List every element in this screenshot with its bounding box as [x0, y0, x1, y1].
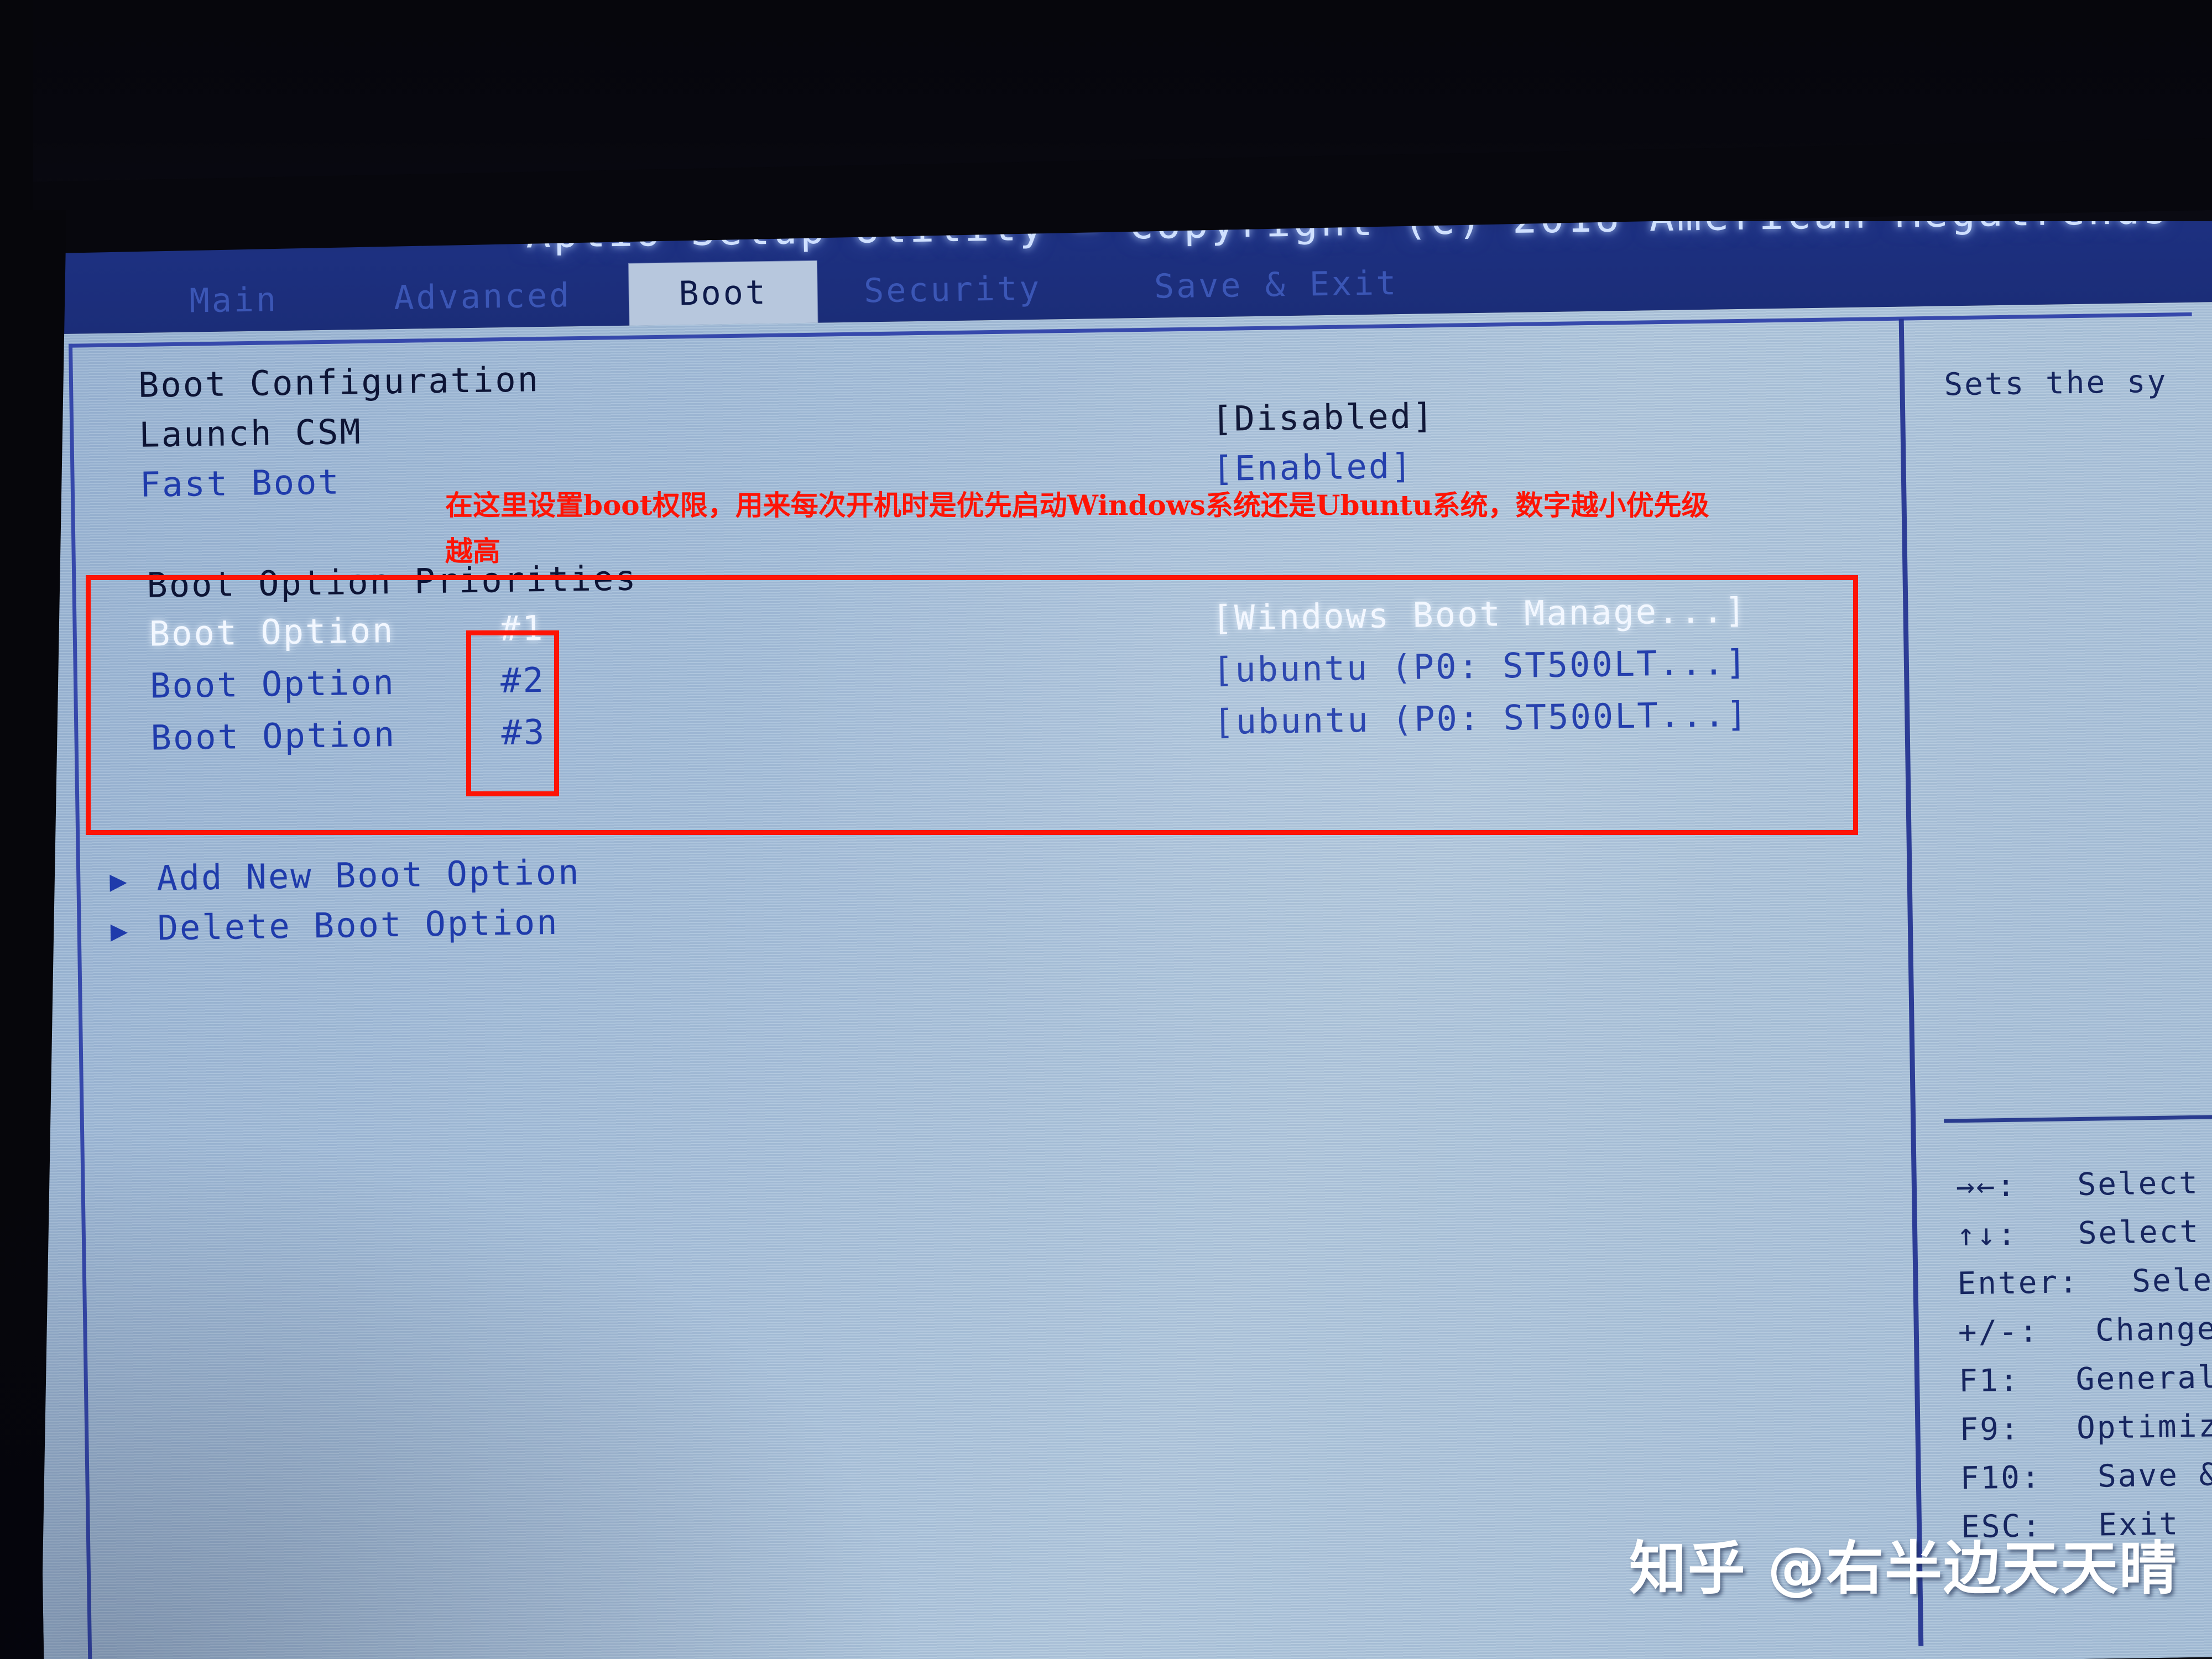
tab-boot[interactable]: Boot: [628, 260, 818, 326]
help-key-2-action: Selec: [2131, 1261, 2212, 1300]
watermark: 知乎 @右半边天天晴: [1629, 1535, 2178, 1602]
help-key-4-key: F1:: [1958, 1362, 2020, 1400]
setting-label-launch-csm[interactable]: Launch CSM: [139, 411, 362, 455]
panel-frame: [68, 312, 2212, 1659]
setting-value-fast-boot[interactable]: [Enabled]: [1212, 446, 1413, 489]
bios-screen: Aptio Setup Utility – Copyright (C) 2016…: [22, 163, 2212, 1659]
help-key-5-key: F9:: [1959, 1411, 2021, 1448]
help-key-0: →←: Select S: [1955, 1165, 2212, 1205]
tab-advanced[interactable]: Advanced: [333, 264, 633, 330]
help-key-0-action: Select S: [2077, 1165, 2212, 1203]
help-key-6-action: Save & E: [2097, 1456, 2212, 1495]
help-key-6: F10: Save & E: [1960, 1456, 2212, 1496]
help-key-3-action: Change C: [2095, 1310, 2212, 1349]
tab-main[interactable]: Main: [150, 268, 317, 332]
priority-index-2: #2: [500, 660, 546, 701]
help-key-5-action: Optimized: [2076, 1407, 2212, 1447]
help-key-3-key: +/-:: [1958, 1313, 2040, 1351]
section-title-boot-option-priorities: Boot Option Priorities: [146, 557, 638, 606]
tab-security[interactable]: Security: [820, 257, 1086, 323]
setting-value-launch-csm[interactable]: [Disabled]: [1212, 395, 1435, 439]
triangle-right-icon: ▶: [110, 914, 128, 948]
help-key-2: Enter: Selec: [1957, 1262, 2212, 1302]
help-key-4-action: General H: [2075, 1359, 2212, 1398]
setup-body: Boot Configuration Launch CSM [Disabled]…: [24, 301, 2212, 1659]
help-description: Sets the sy: [1943, 363, 2168, 403]
priority-index-3: #3: [500, 712, 546, 753]
help-key-4: F1: General H: [1959, 1359, 2212, 1399]
priority-value-3[interactable]: [ubuntu (P0: ST500LT...]: [1213, 694, 1749, 742]
priority-value-1[interactable]: [Windows Boot Manage...]: [1212, 590, 1747, 638]
help-key-5: F9: Optimized: [1959, 1407, 2212, 1448]
help-key-1-key: ↑↓:: [1956, 1216, 2018, 1254]
help-key-2-key: Enter:: [1957, 1264, 2080, 1302]
priority-index-1: #1: [499, 608, 545, 649]
priority-label-2[interactable]: Boot Option: [150, 662, 396, 706]
action-add-new-boot-option[interactable]: Add New Boot Option: [156, 852, 581, 898]
tab-save-exit[interactable]: Save & Exit: [1088, 251, 1465, 319]
setting-label-fast-boot[interactable]: Fast Boot: [139, 462, 341, 505]
action-delete-boot-option[interactable]: Delete Boot Option: [157, 902, 559, 948]
help-key-1-action: Select I: [2078, 1213, 2212, 1252]
priority-label-3[interactable]: Boot Option: [150, 714, 397, 758]
help-key-3: +/-: Change C: [1958, 1310, 2212, 1350]
priority-value-2[interactable]: [ubuntu (P0: ST500LT...]: [1212, 642, 1748, 690]
priority-label-1[interactable]: Boot Option: [149, 610, 395, 654]
help-key-0-key: →←:: [1955, 1167, 2017, 1205]
triangle-right-icon: ▶: [109, 864, 128, 898]
help-key-1: ↑↓: Select I: [1957, 1213, 2212, 1254]
photographed-bios-screen: Aptio Setup Utility – Copyright (C) 2016…: [0, 0, 2212, 1659]
section-title-boot-configuration: Boot Configuration: [138, 359, 540, 405]
help-key-6-key: F10:: [1960, 1459, 2042, 1497]
